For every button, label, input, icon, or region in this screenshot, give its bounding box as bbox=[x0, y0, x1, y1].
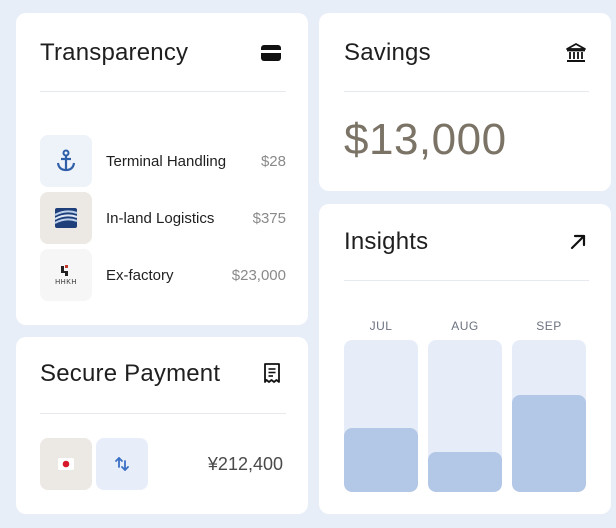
payment-title: Secure Payment bbox=[40, 360, 221, 387]
insights-title: Insights bbox=[344, 228, 429, 255]
bar-jul bbox=[344, 428, 418, 492]
factory-logo-text: HHKH bbox=[55, 279, 77, 286]
logistics-logo-icon bbox=[40, 192, 92, 244]
row-label: Terminal Handling bbox=[106, 152, 227, 170]
row-value: $375 bbox=[252, 209, 286, 227]
row-value: $23,000 bbox=[231, 266, 286, 284]
secure-payment-card: Secure Payment ¥212,400 bbox=[16, 337, 308, 514]
transparency-title: Transparency bbox=[40, 39, 189, 66]
arrow-up-right-icon[interactable] bbox=[564, 228, 592, 256]
bar-track-aug[interactable] bbox=[428, 340, 502, 492]
bar-track-jul[interactable] bbox=[344, 340, 418, 492]
bar-track-sep[interactable] bbox=[512, 340, 586, 492]
bar-label-aug: AUG bbox=[451, 319, 479, 333]
row-value: $28 bbox=[260, 152, 286, 170]
payment-divider bbox=[40, 413, 286, 414]
transparency-row-exfactory[interactable]: HHKH Ex-factory $23,000 bbox=[40, 249, 286, 301]
transparency-divider bbox=[40, 91, 286, 92]
card-icon[interactable] bbox=[257, 39, 285, 67]
transparency-card: Transparency Terminal Handling $28 In-la… bbox=[16, 13, 308, 325]
row-label: Ex-factory bbox=[106, 266, 174, 284]
bank-icon[interactable] bbox=[562, 39, 590, 67]
bar-label-jul: JUL bbox=[369, 319, 393, 333]
transparency-row-terminal[interactable]: Terminal Handling $28 bbox=[40, 135, 286, 187]
row-label: In-land Logistics bbox=[106, 209, 215, 227]
anchor-icon bbox=[40, 135, 92, 187]
bar-label-sep: SEP bbox=[536, 319, 562, 333]
bar-sep bbox=[512, 395, 586, 492]
bar-aug bbox=[428, 452, 502, 492]
payment-amount: ¥212,400 bbox=[207, 454, 283, 474]
insights-card: Insights JUL AUG SEP bbox=[319, 204, 611, 514]
savings-amount: $13,000 bbox=[344, 115, 507, 164]
swap-arrows-icon[interactable] bbox=[96, 438, 148, 490]
savings-title: Savings bbox=[344, 39, 431, 66]
transparency-row-inland[interactable]: In-land Logistics $375 bbox=[40, 192, 286, 244]
receipt-icon[interactable] bbox=[258, 359, 286, 387]
insights-divider bbox=[344, 280, 589, 281]
factory-logo-icon: HHKH bbox=[40, 249, 92, 301]
savings-card: Savings $13,000 bbox=[319, 13, 611, 191]
japan-flag-icon[interactable] bbox=[40, 438, 92, 490]
savings-divider bbox=[344, 91, 589, 92]
